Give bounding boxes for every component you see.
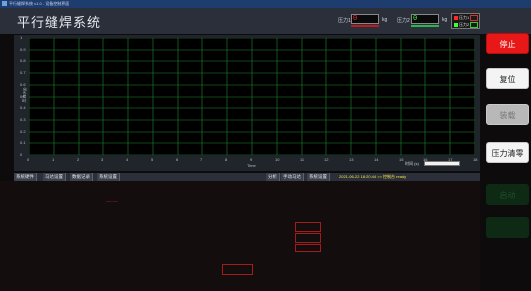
x-tick-label: 15 xyxy=(399,157,404,162)
legend-swatch xyxy=(454,15,458,20)
extra-button[interactable] xyxy=(486,217,529,238)
x-tick-label: 0 xyxy=(27,157,30,162)
y-tick-label: 0.6 xyxy=(20,82,26,87)
x-tick-label: 18 xyxy=(473,157,478,162)
y-tick-label: 0.2 xyxy=(20,129,26,134)
x-tick-label: 10 xyxy=(275,157,280,162)
pressure2-bar xyxy=(411,25,439,27)
x-range-label: 时间 (s) xyxy=(405,161,419,166)
legend-plot-icon[interactable] xyxy=(470,22,478,28)
pressure2-unit: kg xyxy=(442,17,448,23)
x-tick-label: 9 xyxy=(250,157,253,162)
pressure2-label: 压力2 xyxy=(397,18,410,24)
x-tick-label: 14 xyxy=(374,157,379,162)
x-tick-label: 1 xyxy=(52,157,55,162)
pressure2-display: 0 xyxy=(411,14,439,24)
tab-manual-motor[interactable]: 手动马达 xyxy=(281,173,304,181)
pressure1-unit: kg xyxy=(382,17,388,23)
x-tick-label: 2 xyxy=(77,157,80,162)
legend-label: 压力1 xyxy=(459,15,470,20)
y-tick-label: 0.4 xyxy=(20,105,26,110)
tab-analysis[interactable]: 分析 xyxy=(266,173,280,181)
window-titlebar: 平行缝焊系统 v1.0 - 设备控制界面 xyxy=(0,0,531,8)
reset-button[interactable]: 复位 xyxy=(486,68,529,89)
process-canvas: —·— xyxy=(0,181,480,291)
pressure1-label: 压力1 xyxy=(338,18,351,24)
x-tick-label: 3 xyxy=(101,157,104,162)
status-message: 2021-06-22 18:20:44 >> 控制台 ready xyxy=(339,174,407,179)
tab-system-settings-2[interactable]: 系统设置 xyxy=(307,173,330,181)
tab-motor-settings[interactable]: 马达设置 xyxy=(43,173,66,181)
legend-label: 压力2 xyxy=(459,22,470,27)
y-axis-label: 压力(kg) xyxy=(21,87,27,103)
tab-system-hardware[interactable]: 系统硬件 xyxy=(14,173,37,181)
x-tick-label: 5 xyxy=(151,157,154,162)
chart-grid xyxy=(28,37,476,156)
app-window-icon xyxy=(2,1,7,6)
x-tick-label: 8 xyxy=(225,157,228,162)
legend-item-1: 压力1 xyxy=(454,15,469,21)
legend-plot-icon[interactable] xyxy=(470,15,478,21)
x-tick-label: 6 xyxy=(176,157,179,162)
x-tick-label: 11 xyxy=(300,157,305,162)
y-tick-label: 0.7 xyxy=(20,70,26,75)
canvas-box xyxy=(295,233,321,243)
y-tick-label: 0.1 xyxy=(20,140,26,145)
y-tick-label: 1 xyxy=(20,35,23,40)
chart-legend: 压力1 压力2 xyxy=(451,13,480,29)
canvas-marker: —·— xyxy=(106,199,118,205)
canvas-box xyxy=(295,244,321,252)
pressure1-bar xyxy=(351,25,379,27)
legend-swatch xyxy=(454,22,458,27)
y-tick-label: 0.9 xyxy=(20,47,26,52)
chart-plot-area[interactable] xyxy=(28,37,476,156)
x-tick-label: 12 xyxy=(324,157,329,162)
y-tick-label: 0 xyxy=(20,152,23,157)
page-title: 平行缝焊系统 xyxy=(17,15,102,30)
y-tick-label: 0.3 xyxy=(20,117,26,122)
canvas-box xyxy=(295,222,321,232)
pressure1-display: 0 xyxy=(351,14,379,24)
load-button[interactable]: 装载 xyxy=(486,104,529,125)
x-tick-label: 7 xyxy=(200,157,203,162)
status-bar: 系统硬件 马达设置 数据记录 系统设置 分析 手动马达 系统设置 2021-06… xyxy=(14,173,480,181)
stop-button[interactable]: 停止 xyxy=(486,33,529,54)
x-range-input[interactable] xyxy=(424,161,460,166)
window-title: 平行缝焊系统 v1.0 - 设备控制界面 xyxy=(9,1,70,6)
x-tick-label: 4 xyxy=(126,157,129,162)
tab-data-records[interactable]: 数据记录 xyxy=(70,173,93,181)
pressure-zero-button[interactable]: 压力清零 xyxy=(486,142,529,163)
x-tick-label: 13 xyxy=(349,157,354,162)
y-tick-label: 0.8 xyxy=(20,58,26,63)
x-axis-label: Time xyxy=(247,163,256,168)
start-button[interactable]: 启动 xyxy=(486,184,529,205)
canvas-box xyxy=(222,264,253,275)
tab-system-settings[interactable]: 系统设置 xyxy=(97,173,120,181)
legend-item-2: 压力2 xyxy=(454,22,469,28)
